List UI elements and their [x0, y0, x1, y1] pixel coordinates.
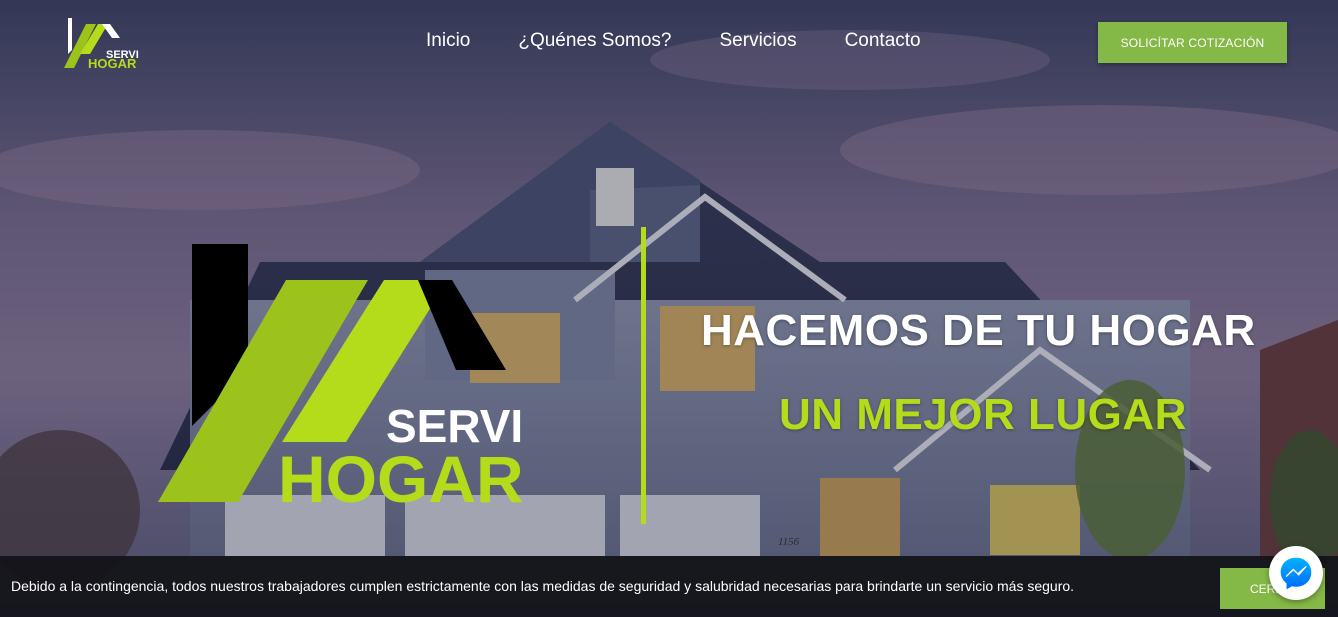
messenger-icon: [1280, 557, 1312, 590]
logo-large-line2: HOGAR: [278, 442, 524, 508]
notice-text: Debido a la contingencia, todos nuestros…: [11, 578, 1075, 594]
nav-servicios[interactable]: Servicios: [720, 30, 797, 52]
main-nav: Inicio ¿Quénes Somos? Servicios Contacto: [426, 30, 969, 52]
messenger-chat-button[interactable]: [1269, 546, 1323, 600]
hero-headline: HACEMOS DE TU HOGAR: [701, 306, 1256, 355]
request-quote-button[interactable]: SOLICÍTAR COTIZACIÓN: [1098, 22, 1287, 63]
hero-divider: [641, 227, 646, 524]
hero-subheadline: UN MEJOR LUGAR: [779, 390, 1187, 439]
servi-hogar-logo-large: SERVI HOGAR: [158, 244, 524, 516]
nav-inicio[interactable]: Inicio: [426, 30, 470, 52]
logo-small-line2: HOGAR: [88, 56, 137, 70]
notice-bar: Debido a la contingencia, todos nuestros…: [0, 556, 1338, 617]
nav-quienes-somos[interactable]: ¿Quénes Somos?: [518, 30, 671, 52]
hero-logo: SERVI HOGAR: [156, 240, 546, 516]
nav-contacto[interactable]: Contacto: [845, 30, 921, 52]
header-logo[interactable]: SERVI HOGAR: [62, 16, 140, 71]
servi-hogar-logo-small: SERVI HOGAR: [64, 18, 139, 71]
